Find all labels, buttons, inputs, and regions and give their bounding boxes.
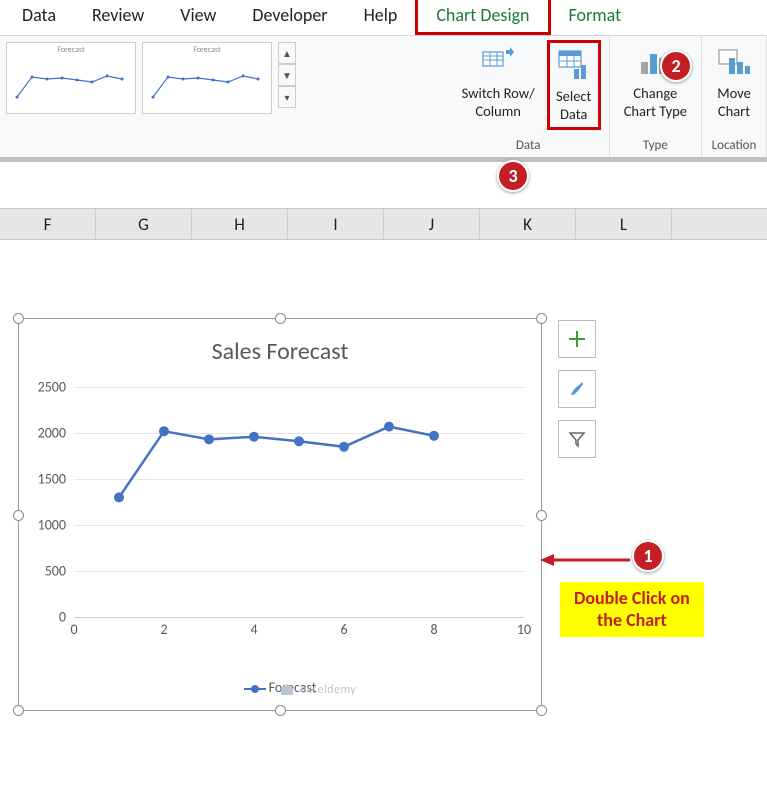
button-label: Change bbox=[633, 84, 677, 102]
style-thumb-title: Forecast bbox=[143, 43, 271, 57]
chart-title[interactable]: Sales Forecast bbox=[19, 319, 541, 374]
tab-view[interactable]: View bbox=[162, 0, 234, 35]
y-tick: 2500 bbox=[26, 379, 66, 396]
button-label: Chart Type bbox=[624, 102, 687, 120]
button-label: Switch Row/ bbox=[462, 84, 535, 102]
y-tick: 0 bbox=[26, 609, 66, 626]
watermark: exceldemy bbox=[280, 683, 356, 697]
group-label-data: Data bbox=[516, 138, 541, 155]
gallery-scroll-more[interactable]: ▾ bbox=[278, 86, 296, 108]
y-tick: 500 bbox=[26, 563, 66, 580]
resize-handle[interactable] bbox=[275, 705, 286, 716]
x-tick: 2 bbox=[160, 621, 167, 638]
select-data-icon bbox=[556, 47, 592, 83]
data-series-line[interactable] bbox=[74, 387, 524, 617]
tab-developer[interactable]: Developer bbox=[234, 0, 345, 35]
column-headers: F G H I J K L bbox=[0, 208, 767, 240]
resize-handle[interactable] bbox=[13, 510, 24, 521]
callout-badge-3: 3 bbox=[497, 160, 529, 192]
col-header-f[interactable]: F bbox=[0, 209, 96, 239]
chart-elements-button[interactable] bbox=[558, 320, 596, 358]
x-tick: 4 bbox=[250, 621, 257, 638]
col-header-j[interactable]: J bbox=[384, 209, 480, 239]
gallery-scroll: ▲ ▼ ▾ bbox=[278, 42, 296, 108]
y-tick: 1500 bbox=[26, 471, 66, 488]
callout-badge-1: 1 bbox=[632, 540, 664, 572]
ribbon-content: Forecast Forecast ▲ ▼ ▾ bbox=[0, 36, 767, 162]
embedded-chart[interactable]: Sales Forecast 2500 2000 1500 1000 500 0… bbox=[18, 318, 542, 711]
resize-handle[interactable] bbox=[536, 510, 547, 521]
ribbon-group-type: Change Chart Type Type bbox=[610, 36, 702, 157]
callout-label: Double Click on the Chart bbox=[560, 582, 704, 637]
chart-style-thumb-1[interactable]: Forecast bbox=[6, 42, 136, 114]
move-chart-button[interactable]: Move Chart bbox=[710, 40, 758, 124]
callout-text: the Chart bbox=[597, 609, 667, 631]
resize-handle[interactable] bbox=[536, 705, 547, 716]
col-header-h[interactable]: H bbox=[192, 209, 288, 239]
x-tick: 6 bbox=[340, 621, 347, 638]
legend-marker-icon bbox=[244, 688, 266, 690]
resize-handle[interactable] bbox=[536, 313, 547, 324]
y-tick: 1000 bbox=[26, 517, 66, 534]
chart-filters-button[interactable] bbox=[558, 420, 596, 458]
chart-styles-button[interactable] bbox=[558, 370, 596, 408]
tab-chart-design[interactable]: Chart Design bbox=[415, 0, 550, 35]
button-label: Select bbox=[556, 87, 591, 105]
col-header-i[interactable]: I bbox=[288, 209, 384, 239]
move-chart-icon bbox=[716, 44, 752, 80]
button-label: Move bbox=[717, 84, 751, 102]
resize-handle[interactable] bbox=[13, 313, 24, 324]
gallery-scroll-up[interactable]: ▲ bbox=[278, 42, 296, 64]
x-tick: 0 bbox=[70, 621, 77, 638]
style-thumb-title: Forecast bbox=[7, 43, 135, 57]
arrow-icon bbox=[540, 551, 632, 569]
chart-style-thumb-2[interactable]: Forecast bbox=[142, 42, 272, 114]
col-header-l[interactable]: L bbox=[576, 209, 672, 239]
switch-row-column-icon bbox=[480, 44, 516, 80]
x-tick: 10 bbox=[517, 621, 531, 638]
callout-badge-2: 2 bbox=[660, 50, 692, 82]
chart-plot-area[interactable]: 2500 2000 1500 1000 500 0 0 2 4 6 8 10 bbox=[74, 387, 524, 617]
funnel-icon bbox=[567, 429, 587, 449]
watermark-icon bbox=[280, 683, 294, 697]
group-label-type: Type bbox=[643, 138, 668, 155]
tab-data[interactable]: Data bbox=[4, 0, 74, 35]
tab-format[interactable]: Format bbox=[551, 0, 640, 35]
tab-help[interactable]: Help bbox=[346, 0, 416, 35]
col-header-g[interactable]: G bbox=[96, 209, 192, 239]
chart-styles-gallery: Forecast Forecast ▲ ▼ ▾ bbox=[0, 36, 302, 157]
button-label: Chart bbox=[718, 102, 750, 120]
col-header-k[interactable]: K bbox=[480, 209, 576, 239]
group-label-location: Location bbox=[712, 138, 757, 155]
plus-icon bbox=[567, 329, 587, 349]
switch-row-column-button[interactable]: Switch Row/ Column bbox=[456, 40, 541, 124]
x-tick: 8 bbox=[430, 621, 437, 638]
chart-side-buttons bbox=[558, 320, 596, 470]
select-data-button[interactable]: Select Data bbox=[547, 40, 601, 130]
button-label: Column bbox=[475, 102, 521, 120]
ribbon-group-location: Move Chart Location bbox=[702, 36, 767, 157]
callout-text: Double Click on bbox=[574, 587, 690, 609]
resize-handle[interactable] bbox=[13, 705, 24, 716]
sparkline-icon bbox=[143, 57, 273, 112]
button-label: Data bbox=[560, 105, 587, 123]
gallery-scroll-down[interactable]: ▼ bbox=[278, 64, 296, 86]
brush-icon bbox=[567, 379, 587, 399]
y-tick: 2000 bbox=[26, 425, 66, 442]
sparkline-icon bbox=[7, 57, 137, 112]
watermark-text: exceldemy bbox=[300, 683, 356, 697]
ribbon-tabs: Data Review View Developer Help Chart De… bbox=[0, 0, 767, 36]
tab-review[interactable]: Review bbox=[74, 0, 162, 35]
ribbon-group-data: Switch Row/ Column Select Data Data bbox=[448, 36, 610, 157]
resize-handle[interactable] bbox=[275, 313, 286, 324]
